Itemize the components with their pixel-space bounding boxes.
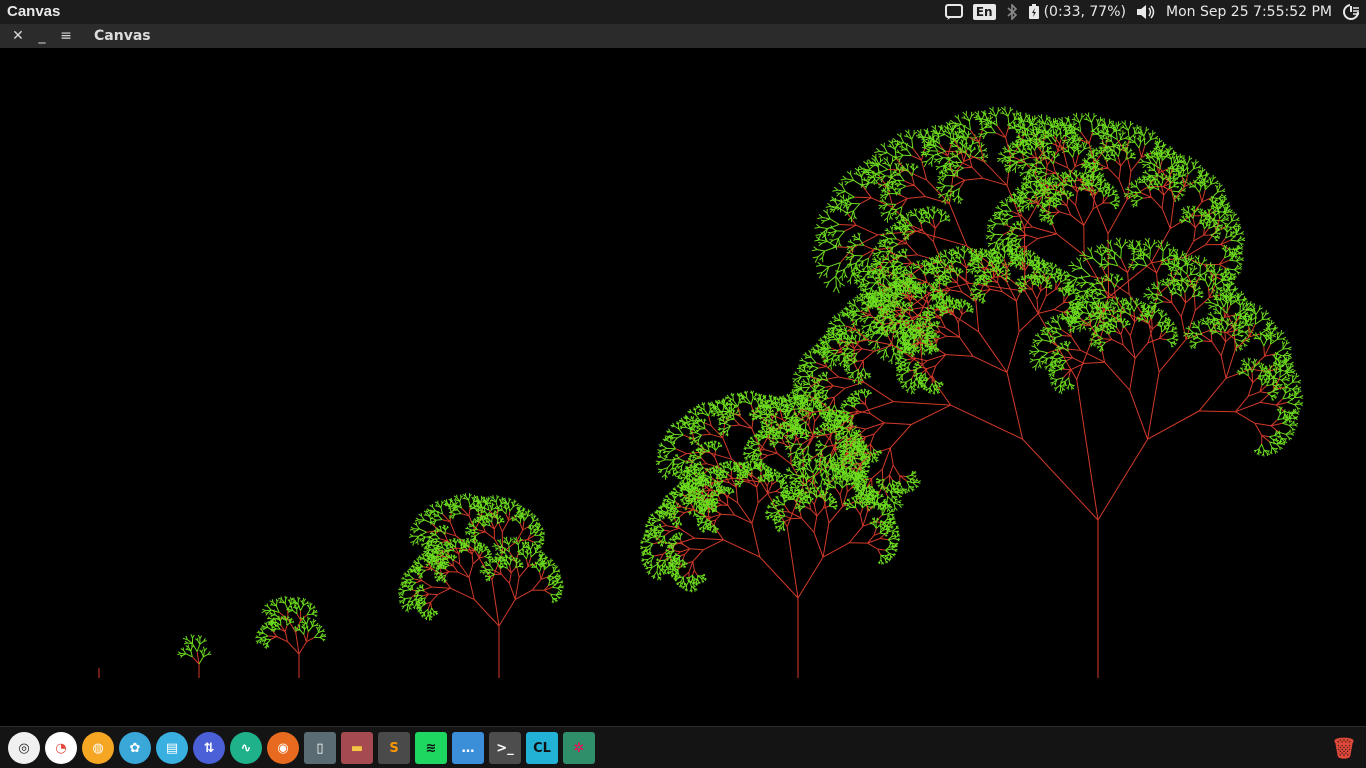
system-monitor-icon[interactable]: ∿: [230, 732, 262, 764]
dock: ◎ ◔ ◍ ✿ ▤ ⇅ ∿ ◉ ▯ ▬ S ≋… >_ CL ✲ 🗑: [0, 726, 1366, 768]
system-tray: En (0:33, 77%) Mon Sep 25 7:55:52 PM: [944, 0, 1366, 24]
files-icon[interactable]: ▬: [341, 732, 373, 764]
software-center-icon[interactable]: ◍: [82, 732, 114, 764]
window-menu-button[interactable]: ≡: [57, 27, 75, 45]
battery-icon: [1028, 4, 1039, 19]
disk-usage-icon[interactable]: ◔: [45, 732, 77, 764]
trash-icon[interactable]: 🗑: [1328, 732, 1360, 764]
canvas-app-icon[interactable]: ✲: [563, 732, 595, 764]
fractal-tree: [639, 390, 901, 678]
firefox-icon[interactable]: ◉: [267, 732, 299, 764]
window-titlebar[interactable]: ✕ _ ≡ Canvas: [0, 24, 1366, 48]
more-apps-icon[interactable]: …: [452, 732, 484, 764]
fractal-tree: [782, 106, 1304, 678]
session-menu-icon[interactable]: [1342, 3, 1360, 21]
fractal-tree: [177, 634, 212, 678]
transfer-icon[interactable]: ⇅: [193, 732, 225, 764]
bluetooth-icon[interactable]: [1006, 4, 1018, 20]
settings-icon[interactable]: ✿: [119, 732, 151, 764]
document-viewer-icon[interactable]: ▯: [304, 732, 336, 764]
top-panel: Canvas En (0:33, 77%) Mon Sep 25 7:55:52…: [0, 0, 1366, 24]
spotify-icon[interactable]: ≋: [415, 732, 447, 764]
fractal-tree: [255, 595, 327, 678]
minimize-button[interactable]: _: [33, 27, 51, 45]
keyboard-layout-label: En: [972, 4, 996, 20]
fractal-tree: [398, 493, 564, 678]
text-editor-icon[interactable]: ▤: [156, 732, 188, 764]
terminal-icon[interactable]: >_: [489, 732, 521, 764]
close-button[interactable]: ✕: [9, 27, 27, 45]
ubuntu-dash-icon[interactable]: ◎: [8, 732, 40, 764]
battery-indicator[interactable]: (0:33, 77%): [1028, 4, 1126, 20]
volume-icon[interactable]: [1136, 4, 1156, 20]
clion-icon[interactable]: CL: [526, 732, 558, 764]
window-title: Canvas: [94, 28, 151, 44]
sublime-text-icon[interactable]: S: [378, 732, 410, 764]
notification-icon[interactable]: [944, 4, 963, 20]
clock[interactable]: Mon Sep 25 7:55:52 PM: [1166, 4, 1332, 20]
battery-status: (0:33, 77%): [1043, 4, 1126, 20]
keyboard-layout-indicator[interactable]: En: [972, 4, 996, 20]
active-app-name: Canvas: [7, 3, 61, 20]
fractal-trees-drawing: [98, 106, 1304, 678]
drawing-canvas[interactable]: [0, 48, 1366, 726]
